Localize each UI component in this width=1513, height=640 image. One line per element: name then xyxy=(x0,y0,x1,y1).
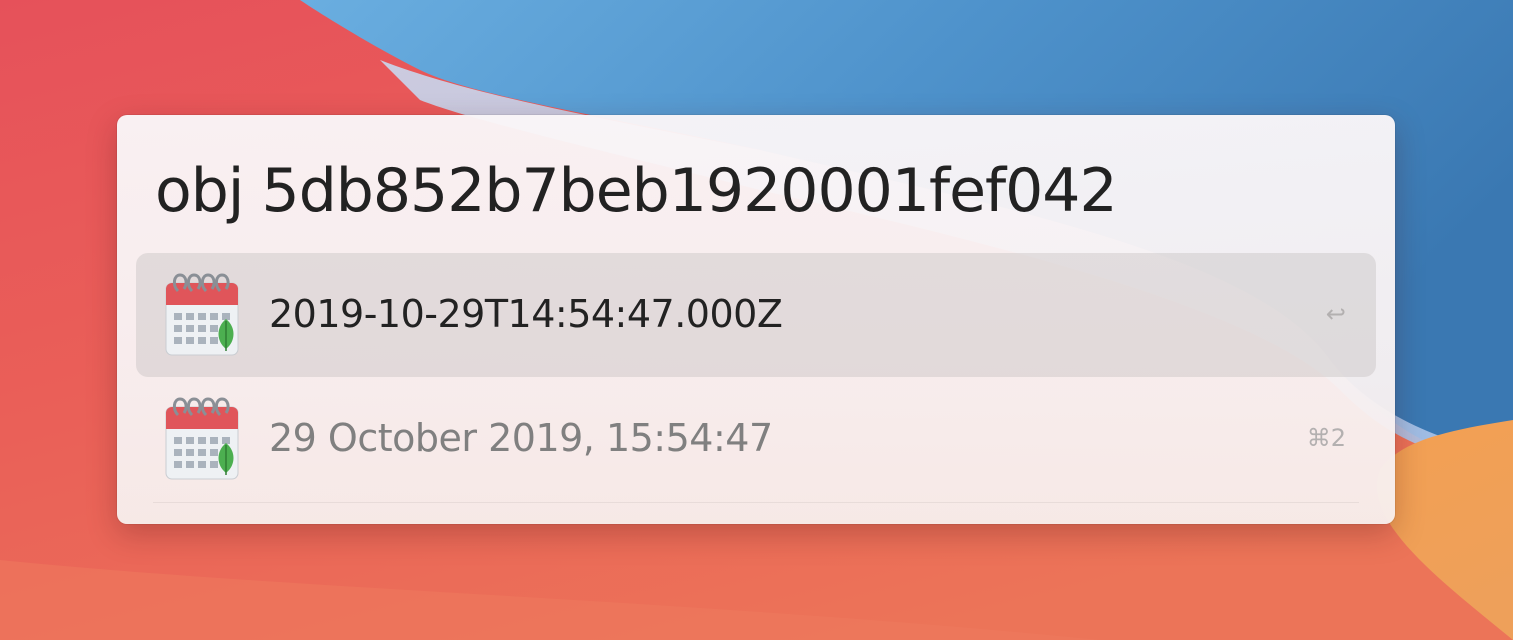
calendar-icon xyxy=(160,393,244,483)
calendar-icon xyxy=(160,269,244,359)
search-input[interactable] xyxy=(155,151,1355,231)
divider xyxy=(153,502,1359,503)
result-title: 2019-10-29T14:54:47.000Z xyxy=(269,292,783,336)
result-item-iso-date[interactable]: 2019-10-29T14:54:47.000Z ↩ xyxy=(136,253,1376,377)
result-title: 29 October 2019, 15:54:47 xyxy=(269,416,773,460)
result-item-readable-date[interactable]: 29 October 2019, 15:54:47 ⌘2 xyxy=(136,377,1376,501)
launcher-window: 2019-10-29T14:54:47.000Z ↩ xyxy=(117,115,1395,524)
cmd-2-shortcut: ⌘2 xyxy=(1306,424,1346,452)
return-shortcut: ↩ xyxy=(1325,300,1346,328)
